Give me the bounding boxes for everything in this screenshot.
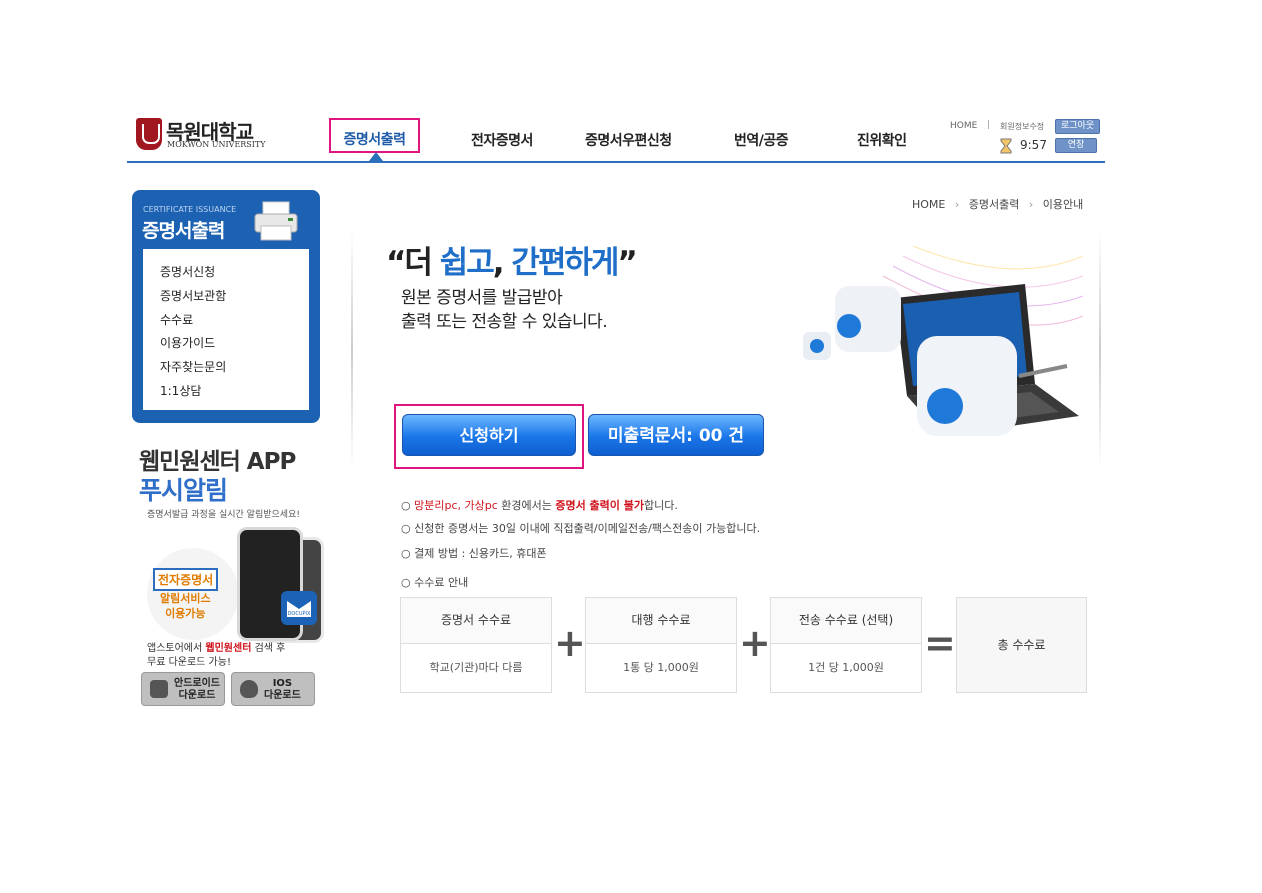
laptop-illustration bbox=[783, 245, 1084, 468]
app-store-text: 앱스토어에서 웹민원센터 검색 후 무료 다운로드 가능! bbox=[147, 642, 285, 670]
app-promo-subtitle: 푸시알림 bbox=[139, 476, 228, 505]
android-label-2: 다운로드 bbox=[178, 690, 216, 701]
hero-description: 원본 증명서를 발급받아 출력 또는 전송할 수 있습니다. bbox=[401, 286, 608, 334]
plus-icon: + bbox=[554, 621, 586, 665]
notice-payment-methods: ○ 결제 방법 : 신용카드, 휴대폰 bbox=[401, 547, 547, 560]
hero-quote-close: ” bbox=[617, 245, 637, 281]
docupix-label: DOCUPIX bbox=[287, 611, 311, 617]
breadcrumb-sep-icon: › bbox=[954, 198, 960, 211]
notice-virtual-pc-end: 합니다. bbox=[643, 499, 678, 512]
fee-certificate-value: 학교(기관)마다 다름 bbox=[429, 661, 523, 674]
logo-english-text: MOKWON UNIVERSITY bbox=[167, 140, 266, 149]
fee-transmission-box: 전송 수수료 (선택) 1건 당 1,000원 bbox=[770, 597, 922, 693]
hero-right-border bbox=[1099, 230, 1101, 470]
store-text-post: 검색 후 bbox=[251, 643, 286, 654]
breadcrumb: HOME › 증명서출력 › 이용안내 bbox=[912, 196, 1083, 212]
app-promo-description: 증명서발급 과정을 실시간 알림받으세요! bbox=[147, 510, 300, 520]
nav-authenticity-check[interactable]: 진위확인 bbox=[857, 130, 907, 150]
hero-quote-easy: 쉽고 bbox=[439, 245, 495, 281]
android-label-1: 안드로이드 bbox=[174, 678, 220, 689]
hero-quote-comma: , bbox=[492, 245, 512, 281]
notice-30-days: ○ 신청한 증명서는 30일 이내에 직접출력/이메일전송/팩스전송이 가능합니… bbox=[401, 522, 761, 535]
notice-virtual-pc: ○ 망분리pc, 가상pc 환경에서는 증명서 출력이 불가합니다. bbox=[401, 497, 678, 513]
docupix-app-icon: DOCUPIX bbox=[281, 591, 317, 625]
logout-button[interactable]: 로그아웃 bbox=[1055, 119, 1101, 134]
notice-virtual-pc-bold: 증명서 출력이 불가 bbox=[555, 499, 644, 512]
util-home-link[interactable]: HOME bbox=[950, 121, 977, 131]
plus-icon: + bbox=[739, 621, 771, 665]
ios-download-button[interactable]: IOS 다운로드 bbox=[231, 672, 315, 706]
fee-proxy-value: 1통 당 1,000원 bbox=[623, 661, 699, 674]
app-badge-notify: 알림서비스 이용가능 bbox=[160, 591, 211, 621]
app-badge-notify-line1: 알림서비스 bbox=[160, 592, 211, 605]
extend-session-button[interactable]: 연장 bbox=[1055, 138, 1097, 153]
store-text-line2: 무료 다운로드 가능! bbox=[147, 657, 231, 668]
breadcrumb-sep-icon: › bbox=[1028, 198, 1034, 211]
breadcrumb-current: 이용안내 bbox=[1042, 198, 1084, 211]
sidebar-title: 증명서출력 bbox=[142, 220, 225, 242]
ios-label-1: IOS bbox=[272, 678, 293, 689]
nav-translation-notary[interactable]: 번역/공증 bbox=[734, 130, 789, 150]
breadcrumb-home[interactable]: HOME bbox=[912, 198, 945, 211]
android-download-button[interactable]: 안드로이드 다운로드 bbox=[141, 672, 225, 706]
util-separator: | bbox=[987, 120, 991, 130]
android-icon bbox=[150, 680, 168, 698]
store-text-pre: 앱스토어에서 bbox=[147, 643, 206, 654]
fee-total-box: 총 수수료 bbox=[956, 597, 1087, 693]
hero-desc-line2: 출력 또는 전송할 수 있습니다. bbox=[401, 312, 608, 332]
notice-fee-guide: ○ 수수료 안내 bbox=[401, 576, 469, 589]
session-timer: 9:57 bbox=[1020, 138, 1047, 152]
unprinted-documents-button[interactable]: 미출력문서: 00 건 bbox=[588, 414, 764, 456]
app-badge-notify-line2: 이용가능 bbox=[165, 607, 206, 620]
nav-divider bbox=[127, 161, 1105, 163]
fee-certificate-box: 증명서 수수료 학교(기관)마다 다름 bbox=[400, 597, 552, 693]
notice-virtual-pc-red: 망분리pc, 가상pc bbox=[414, 499, 498, 512]
hourglass-icon bbox=[999, 138, 1013, 154]
fee-proxy-box: 대행 수수료 1통 당 1,000원 bbox=[585, 597, 737, 693]
ios-label-2: 다운로드 bbox=[264, 690, 301, 701]
hero-desc-line1: 원본 증명서를 발급받아 bbox=[401, 288, 563, 308]
sidebar-item-apply[interactable]: 증명서신청 bbox=[160, 263, 215, 280]
nav-electronic-certificate[interactable]: 전자증명서 bbox=[471, 130, 533, 150]
notice-virtual-pc-mid: 환경에서는 bbox=[497, 499, 556, 512]
university-logo[interactable]: 목원대학교 MOKWON UNIVERSITY bbox=[136, 116, 266, 154]
app-badge-e-cert: 전자증명서 bbox=[153, 568, 219, 591]
equals-icon: = bbox=[924, 621, 956, 665]
notice-bullet: ○ bbox=[401, 499, 415, 512]
breadcrumb-cert-print[interactable]: 증명서출력 bbox=[969, 198, 1020, 211]
hero-quote-simple: 간편하게 bbox=[511, 245, 619, 281]
nav-postal-request[interactable]: 증명서우편신청 bbox=[585, 130, 672, 150]
nav-active-indicator-icon bbox=[369, 152, 383, 161]
fee-certificate-head: 증명서 수수료 bbox=[401, 598, 551, 644]
sidebar-item-guide[interactable]: 이용가이드 bbox=[160, 334, 215, 351]
sidebar-item-storage[interactable]: 증명서보관함 bbox=[160, 287, 226, 304]
apple-icon bbox=[240, 680, 258, 698]
fee-proxy-head: 대행 수수료 bbox=[586, 598, 736, 644]
hero-left-border bbox=[351, 230, 353, 470]
store-text-highlight: 웹민원센터 bbox=[205, 643, 252, 654]
hero-quote-open: “더 bbox=[386, 245, 440, 281]
fee-transmission-value: 1건 당 1,000원 bbox=[808, 661, 884, 674]
printer-icon bbox=[253, 200, 299, 242]
sidebar-title-en: CERTIFICATE ISSUANCE bbox=[143, 205, 237, 214]
hero-headline: “더 쉽고, 간편하게” bbox=[386, 237, 638, 282]
university-emblem-icon bbox=[136, 118, 162, 150]
fee-transmission-head: 전송 수수료 (선택) bbox=[771, 598, 921, 644]
util-member-edit-link[interactable]: 회원정보수정 bbox=[1000, 121, 1044, 132]
sidebar-item-fees[interactable]: 수수료 bbox=[160, 311, 193, 328]
apply-button[interactable]: 신청하기 bbox=[402, 414, 576, 456]
sidebar-item-faq[interactable]: 자주찾는문의 bbox=[160, 358, 226, 375]
sidebar-item-consult[interactable]: 1:1상담 bbox=[160, 382, 201, 399]
nav-certificate-print-label: 증명서출력 bbox=[343, 132, 406, 148]
nav-certificate-print[interactable]: 증명서출력 bbox=[329, 118, 420, 153]
